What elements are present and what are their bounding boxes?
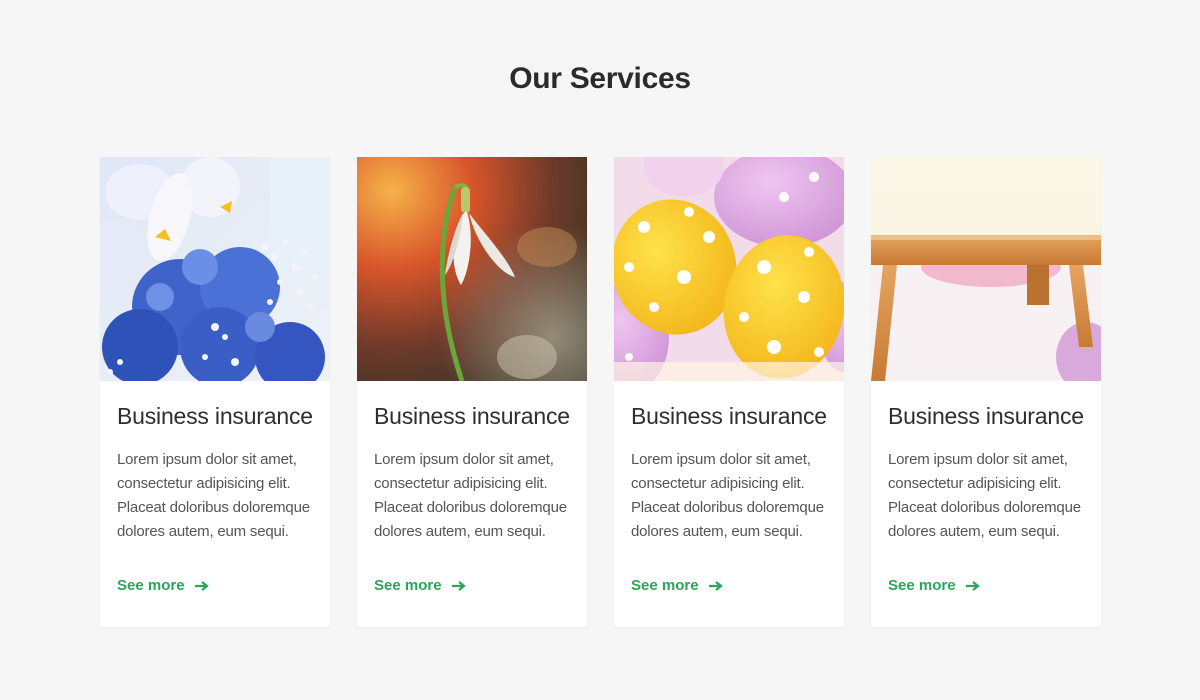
arrow-right-icon	[708, 580, 723, 591]
see-more-label: See more	[117, 577, 185, 594]
see-more-label: See more	[374, 577, 442, 594]
card-title: Business insurance	[374, 403, 570, 429]
arrow-right-icon	[451, 580, 466, 591]
arrow-right-icon	[194, 580, 209, 591]
service-cards: Business insurance Lorem ipsum dolor sit…	[100, 157, 1101, 627]
services-section: Our Services Business insurance Lorem ip…	[0, 0, 1200, 700]
card-title: Business insurance	[888, 403, 1084, 429]
see-more-link[interactable]: See more	[374, 577, 466, 594]
arrow-right-icon	[965, 580, 980, 591]
see-more-link[interactable]: See more	[631, 577, 723, 594]
card-description: Lorem ipsum dolor sit amet, consectetur …	[374, 451, 567, 540]
service-card: Business insurance Lorem ipsum dolor sit…	[100, 157, 330, 627]
card-title: Business insurance	[117, 403, 313, 429]
wooden-easel-photo	[871, 157, 1101, 381]
see-more-link[interactable]: See more	[117, 577, 209, 594]
see-more-label: See more	[631, 577, 699, 594]
snowdrop-flower-photo	[357, 157, 587, 381]
service-card: Business insurance Lorem ipsum dolor sit…	[871, 157, 1101, 627]
blue-iris-flowers-photo	[100, 157, 330, 381]
section-title: Our Services	[509, 62, 691, 95]
card-description: Lorem ipsum dolor sit amet, consectetur …	[888, 451, 1081, 540]
service-card: Business insurance Lorem ipsum dolor sit…	[357, 157, 587, 627]
see-more-link[interactable]: See more	[888, 577, 980, 594]
easter-eggs-photo	[614, 157, 844, 381]
see-more-label: See more	[888, 577, 956, 594]
card-title: Business insurance	[631, 403, 827, 429]
service-card: Business insurance Lorem ipsum dolor sit…	[614, 157, 844, 627]
card-description: Lorem ipsum dolor sit amet, consectetur …	[631, 451, 824, 540]
card-description: Lorem ipsum dolor sit amet, consectetur …	[117, 451, 310, 540]
